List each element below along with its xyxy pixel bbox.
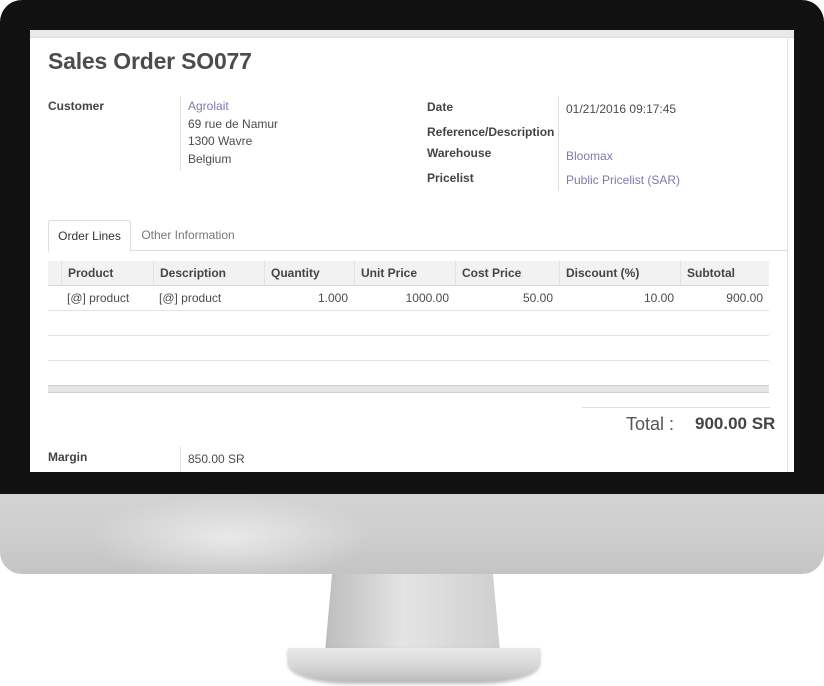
warehouse-link[interactable]: Bloomax: [566, 149, 613, 163]
screen-top-bar: [30, 30, 794, 38]
total-divider: [582, 407, 770, 408]
customer-address-city: 1300 Wavre: [188, 134, 253, 148]
date-label: Date: [427, 100, 454, 114]
customer-label: Customer: [48, 99, 105, 113]
warehouse-label: Warehouse: [427, 146, 492, 160]
cell-unit-price: 1000.00: [405, 291, 449, 305]
tab-order-lines[interactable]: Order Lines: [48, 220, 131, 252]
table-row-empty[interactable]: [48, 361, 769, 385]
margin-value: 850.00 SR: [188, 452, 245, 466]
cell-quantity: 1.000: [317, 291, 348, 305]
field-divider: [180, 96, 181, 171]
date-value[interactable]: 01/21/2016 09:17:45: [566, 102, 676, 116]
monitor-stand-neck: [325, 574, 500, 652]
field-divider: [558, 96, 559, 191]
cell-discount: 10.00: [643, 291, 674, 305]
page-title: Sales Order SO077: [48, 48, 252, 74]
customer-address-country: Belgium: [188, 151, 232, 166]
cell-product: [@] product: [67, 291, 130, 305]
column-header-product[interactable]: Product: [61, 261, 153, 285]
total-label: Total :: [626, 414, 675, 434]
cell-cost-price: 50.00: [522, 291, 553, 305]
column-header-subtotal[interactable]: Subtotal: [680, 261, 769, 285]
column-header-unit-price[interactable]: Unit Price: [354, 261, 455, 285]
reference-label: Reference/Description: [427, 125, 555, 139]
tabs-baseline: [48, 250, 788, 251]
cell-subtotal: 900.00: [726, 291, 763, 305]
table-row-empty[interactable]: [48, 336, 769, 361]
order-lines-table-header: Product Description Quantity Unit Price …: [48, 261, 769, 286]
total-value: 900.00 SR: [695, 414, 776, 433]
pricelist-link[interactable]: Public Pricelist (SAR): [566, 173, 680, 187]
column-header-cost-price[interactable]: Cost Price: [455, 261, 559, 285]
column-header-quantity[interactable]: Quantity: [264, 261, 354, 285]
table-row[interactable]: [@] product [@] product 1.000 1000.00 50…: [48, 286, 769, 311]
customer-name-link[interactable]: Agrolait: [188, 98, 278, 116]
table-footer-bar: [48, 385, 769, 393]
column-header-description[interactable]: Description: [153, 261, 264, 285]
monitor-stand-base: [288, 648, 540, 682]
margin-label: Margin: [48, 450, 88, 464]
tab-other-information[interactable]: Other Information: [133, 220, 243, 250]
monitor-chin: [0, 494, 824, 574]
table-row-empty[interactable]: [48, 311, 769, 336]
column-header-discount[interactable]: Discount (%): [559, 261, 680, 285]
pricelist-label: Pricelist: [427, 171, 474, 185]
screen: Sales Order SO077 Customer Agrolait 69 r…: [30, 30, 794, 472]
cell-description: [@] product: [159, 291, 222, 305]
field-divider: [180, 447, 181, 472]
customer-address-block: Agrolait 69 rue de Namur 1300 Wavre Belg…: [188, 98, 278, 168]
customer-address-street: 69 rue de Namur: [188, 116, 279, 131]
form-sheet-edge: [787, 37, 788, 472]
